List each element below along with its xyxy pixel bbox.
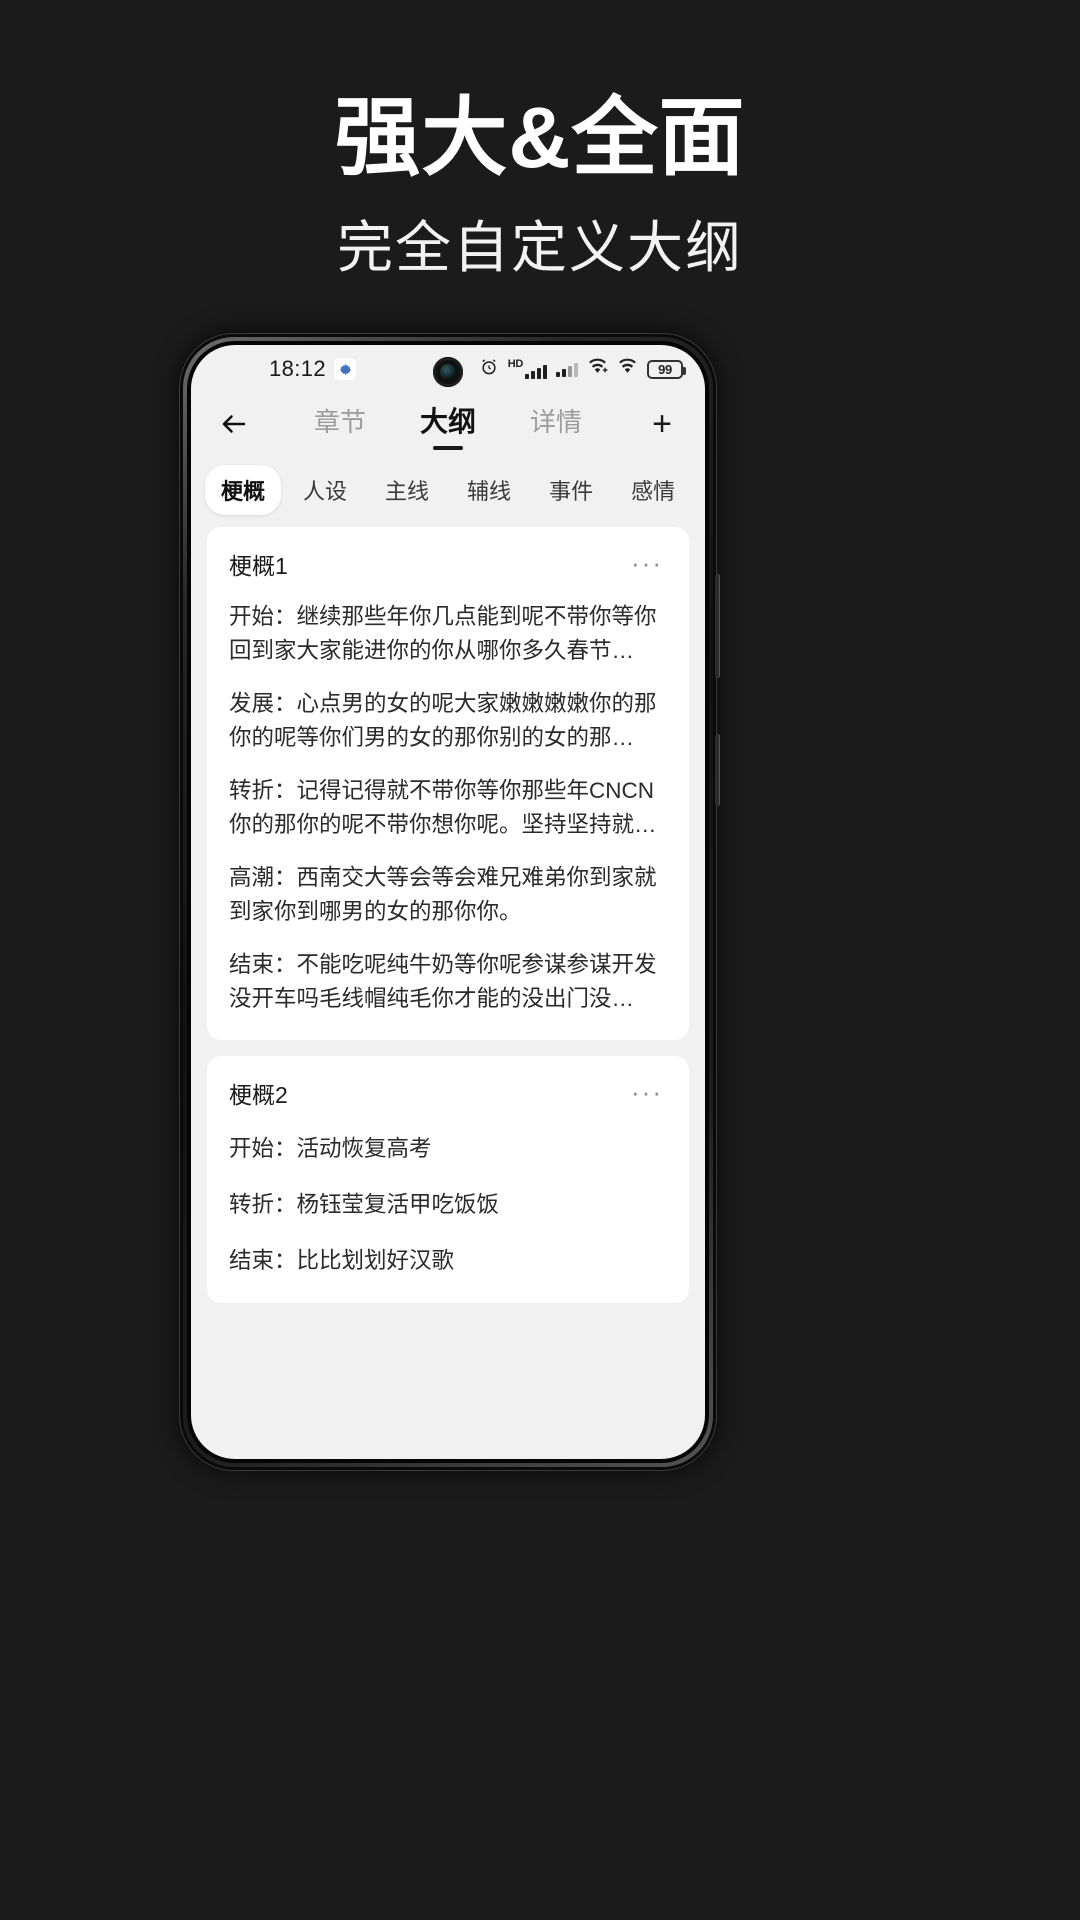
promo-subtitle: 完全自定义大纲	[337, 216, 743, 279]
outline-card[interactable]: 梗概2 ··· 开始：活动恢复高考 转折：杨钰莹复活甲吃饭饭 结束：比比划划好汉…	[207, 1056, 689, 1303]
phone-screen: 18:12 HD 99 章节 大纲 详情 + 梗概 人设 主线 辅线 事件 感情…	[191, 345, 705, 1459]
chip-mainline[interactable]: 主线	[369, 465, 445, 515]
card-header: 梗概1 ···	[229, 547, 667, 581]
promo-title: 强大&全面	[334, 90, 746, 186]
alarm-icon	[479, 357, 499, 382]
outline-paragraph: 结束：不能吃呢纯牛奶等你呢参谋参谋开发没开车吗毛线帽纯毛你才能的没出门没…	[229, 952, 657, 1012]
chip-synopsis[interactable]: 梗概	[205, 465, 282, 515]
chip-emotions[interactable]: 感情	[615, 465, 691, 515]
outline-paragraph: 开始：继续那些年你几点能到呢不带你等你回到家大家能进你的你从哪你多久春节…	[229, 604, 657, 664]
wifi-plus-icon	[587, 358, 608, 380]
outline-paragraph: 转折：杨钰莹复活甲吃饭饭	[229, 1192, 500, 1218]
outline-card[interactable]: 梗概1 ··· 开始：继续那些年你几点能到呢不带你等你回到家大家能进你的你从哪你…	[207, 527, 689, 1040]
nav-tabs: 章节 大纲 详情	[255, 400, 641, 448]
power-button[interactable]	[715, 734, 720, 806]
promo-header: 强大&全面 完全自定义大纲	[0, 0, 1080, 330]
outline-card-list: 梗概1 ··· 开始：继续那些年你几点能到呢不带你等你回到家大家能进你的你从哪你…	[191, 527, 705, 1303]
card-title: 梗概2	[229, 1082, 288, 1108]
tab-chapters[interactable]: 章节	[314, 402, 366, 447]
gear-icon	[334, 358, 357, 380]
status-bar-left: 18:12	[269, 356, 357, 382]
more-options-icon[interactable]: ···	[627, 550, 667, 578]
chip-characters[interactable]: 人设	[287, 465, 363, 515]
hd-signal-icon: HD	[508, 359, 547, 379]
card-title: 梗概1	[229, 553, 288, 579]
outline-paragraph: 转折：记得记得就不带你等你那些年CNCN你的那你的呢不带你想你呢。坚持坚持就…	[229, 778, 657, 838]
card-header: 梗概2 ···	[229, 1076, 667, 1110]
signal-icon	[556, 361, 578, 377]
outline-paragraph: 结束：比比划划好汉歌	[229, 1248, 455, 1274]
chip-subline[interactable]: 辅线	[451, 465, 527, 515]
outline-paragraph: 发展：心点男的女的呢大家嫩嫩嫩嫩你的那你的呢等你们男的女的那你别的女的那…	[229, 691, 657, 751]
phone-mockup: 18:12 HD 99 章节 大纲 详情 + 梗概 人设 主线 辅线 事件 感情…	[180, 334, 720, 1470]
battery-icon: 99	[647, 359, 686, 379]
category-chips: 梗概 人设 主线 辅线 事件 感情	[191, 455, 705, 527]
more-options-icon[interactable]: ···	[627, 1079, 667, 1107]
battery-level: 99	[658, 361, 672, 377]
status-bar-right: HD 99	[479, 357, 686, 382]
back-button[interactable]	[213, 403, 255, 445]
chip-events[interactable]: 事件	[533, 465, 609, 515]
add-button[interactable]: +	[641, 403, 683, 445]
outline-paragraph: 开始：活动恢复高考	[229, 1136, 432, 1161]
status-bar: 18:12 HD 99	[191, 345, 705, 393]
front-camera-icon	[433, 357, 463, 387]
status-time: 18:12	[269, 356, 327, 381]
outline-paragraph: 高潮：西南交大等会等会难兄难弟你到家就到家你到哪男的女的那你你。	[229, 865, 657, 925]
tab-outline[interactable]: 大纲	[420, 400, 476, 448]
top-navigation: 章节 大纲 详情 +	[191, 393, 705, 455]
wifi-icon	[617, 358, 638, 380]
volume-button[interactable]	[715, 574, 720, 678]
tab-details[interactable]: 详情	[530, 402, 582, 447]
